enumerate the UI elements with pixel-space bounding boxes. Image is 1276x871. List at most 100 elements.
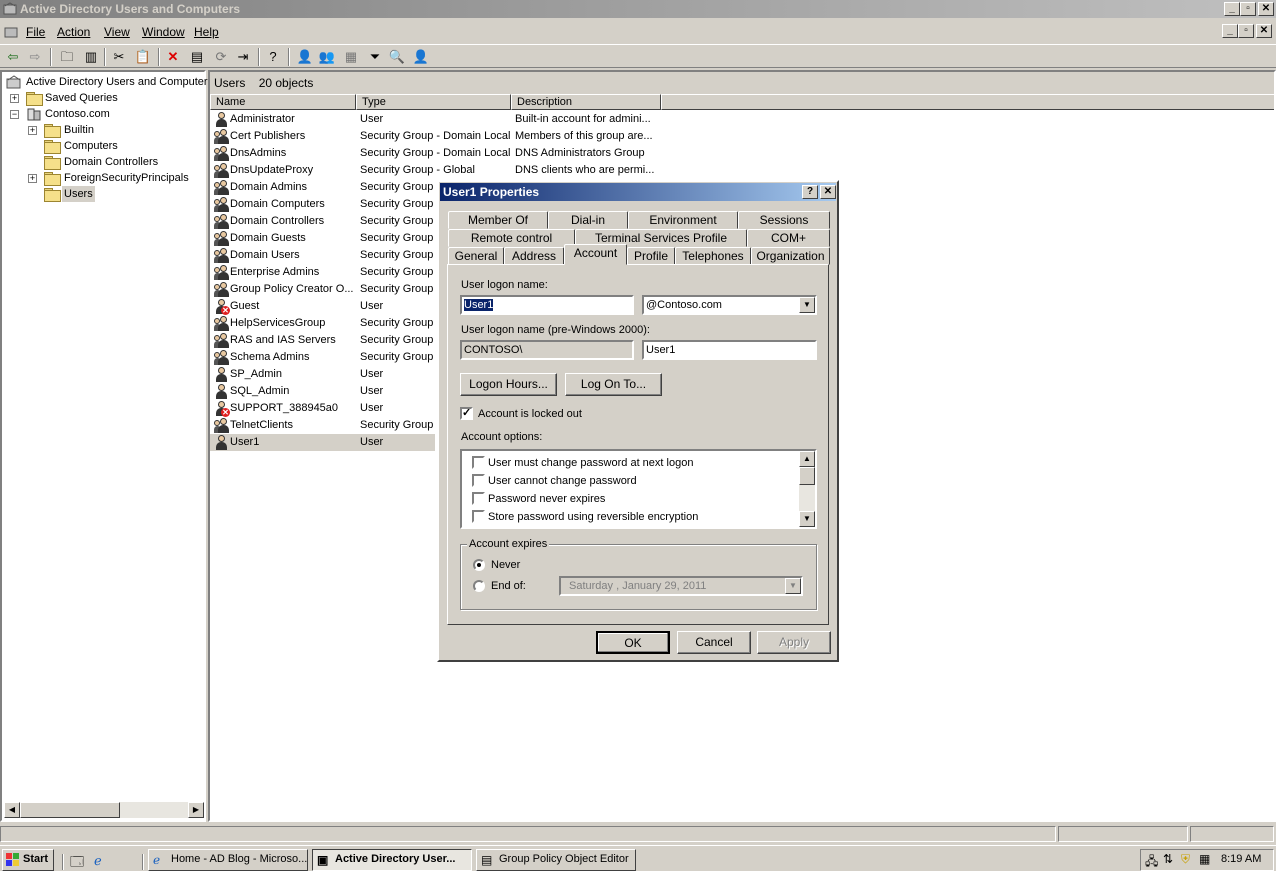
help-icon[interactable]: ?	[264, 48, 282, 66]
new-ou-icon[interactable]: ▦	[342, 48, 360, 66]
logon-name-field[interactable]: User1	[460, 295, 634, 315]
taskbar-item-gpo-editor[interactable]: ▤ Group Policy Object Editor	[476, 849, 636, 871]
list-item[interactable]: SP_Admin User	[210, 366, 435, 383]
taskbar-item-aduc[interactable]: ▣ Active Directory User...	[312, 849, 472, 871]
maximize-button[interactable]: ▫	[1240, 2, 1256, 16]
mdi-close-button[interactable]: ✕	[1256, 24, 1272, 38]
find-icon[interactable]: 🔍	[388, 48, 406, 66]
scroll-up-icon[interactable]: ▲	[799, 451, 815, 467]
scroll-left-icon[interactable]: ◀	[4, 802, 20, 818]
expand-icon[interactable]: +	[28, 174, 37, 183]
list-item[interactable]: ✕ Guest User	[210, 298, 435, 315]
tab-member-of[interactable]: Member Of	[448, 211, 548, 229]
account-option-item[interactable]: User must change password at next logon	[472, 455, 792, 471]
account-options-list[interactable]: User must change password at next logon U…	[460, 449, 817, 529]
minimize-button[interactable]: _	[1224, 2, 1240, 16]
account-option-item[interactable]: Store password using reversible encrypti…	[472, 509, 792, 525]
menu-window[interactable]: Window	[142, 25, 185, 39]
back-icon[interactable]: ⇦	[4, 48, 22, 66]
list-item[interactable]: ✕ SUPPORT_388945a0 User	[210, 400, 435, 417]
tab-general[interactable]: General	[448, 247, 504, 265]
list-item[interactable]: Domain Admins Security Group	[210, 179, 435, 196]
menu-view[interactable]: View	[104, 25, 130, 39]
refresh-icon[interactable]: ⟳	[212, 48, 230, 66]
display-icon[interactable]: ▦	[1199, 852, 1210, 866]
tree-item-saved-queries[interactable]: + Saved Queries	[10, 90, 200, 106]
tab-account[interactable]: Account	[564, 244, 627, 265]
list-item[interactable]: RAS and IAS Servers Security Group	[210, 332, 435, 349]
account-option-checkbox[interactable]	[472, 474, 485, 487]
scroll-thumb[interactable]	[799, 467, 815, 485]
account-option-checkbox[interactable]	[472, 510, 485, 523]
expires-end-of-radio[interactable]	[473, 580, 485, 592]
pre2000-logon-field[interactable]: User1	[642, 340, 817, 360]
paste-icon[interactable]: 📋	[134, 48, 152, 66]
list-item[interactable]: Enterprise Admins Security Group	[210, 264, 435, 281]
list-item[interactable]: HelpServicesGroup Security Group	[210, 315, 435, 332]
tree-horizontal-scrollbar[interactable]: ◀ ▶	[4, 802, 204, 818]
list-item[interactable]: Administrator User Built-in account for ad…	[210, 111, 651, 128]
tree-item-builtin[interactable]: + Builtin	[28, 122, 203, 138]
tab-environment[interactable]: Environment	[628, 211, 738, 229]
tree-item-foreign-security-principals[interactable]: + ForeignSecurityPrincipals	[28, 170, 203, 186]
new-user-icon[interactable]: 👤	[296, 48, 314, 66]
expires-never-radio[interactable]	[473, 559, 485, 571]
logon-hours-button[interactable]: Logon Hours...	[460, 373, 557, 396]
tab-address[interactable]: Address	[504, 247, 564, 265]
security-shield-icon[interactable]: ⛨	[1181, 852, 1190, 867]
list-item[interactable]: Domain Guests Security Group	[210, 230, 435, 247]
tab-com-plus[interactable]: COM+	[747, 229, 830, 247]
add-to-group-icon[interactable]: 👤	[412, 48, 430, 66]
list-item[interactable]: TelnetClients Security Group	[210, 417, 435, 434]
dialog-close-button[interactable]: ✕	[820, 185, 836, 199]
list-item[interactable]: User1 User	[210, 434, 435, 451]
show-hide-tree-icon[interactable]: ▥	[82, 48, 100, 66]
tab-telephones[interactable]: Telephones	[675, 247, 751, 265]
account-option-item[interactable]: User cannot change password	[472, 473, 792, 489]
filter-icon[interactable]: ⏷	[366, 48, 384, 66]
list-item[interactable]: Domain Computers Security Group	[210, 196, 435, 213]
scroll-right-icon[interactable]: ▶	[188, 802, 204, 818]
list-item[interactable]: DnsAdmins Security Group - Domain Local DN…	[210, 145, 645, 162]
forward-icon[interactable]: ⇨	[26, 48, 44, 66]
clock[interactable]: 8:19 AM	[1221, 853, 1261, 865]
taskbar-item-ie[interactable]: ℯ Home - AD Blog - Microso...	[148, 849, 308, 871]
properties-icon[interactable]: ▤	[188, 48, 206, 66]
tab-dial-in[interactable]: Dial-in	[548, 211, 628, 229]
user-properties-dialog[interactable]: User1 Properties ? ✕ Member Of Dial-in E…	[437, 180, 839, 662]
collapse-icon[interactable]: −	[10, 110, 19, 119]
list-item[interactable]: DnsUpdateProxy Security Group - Global DNS…	[210, 162, 654, 179]
cancel-button[interactable]: Cancel	[677, 631, 751, 654]
delete-icon[interactable]: ✕	[164, 48, 182, 66]
new-group-icon[interactable]: 👥	[318, 48, 336, 66]
dialog-title-bar[interactable]: User1 Properties ? ✕	[440, 183, 836, 201]
console-tree[interactable]: Active Directory Users and Computer + Sa…	[0, 70, 208, 822]
column-header-name[interactable]: Name	[210, 94, 356, 110]
start-button[interactable]: Start	[2, 849, 54, 871]
column-header-description[interactable]: Description	[511, 94, 661, 110]
tree-item-users[interactable]: Users	[28, 186, 203, 202]
internet-explorer-icon[interactable]: ℯ	[94, 853, 102, 869]
export-icon[interactable]: ⇥	[234, 48, 252, 66]
show-desktop-icon[interactable]: 🗔	[70, 853, 84, 871]
list-item[interactable]: SQL_Admin User	[210, 383, 435, 400]
tab-remote-control[interactable]: Remote control	[448, 229, 575, 247]
menu-help[interactable]: Help	[194, 25, 219, 39]
account-locked-out-checkbox[interactable]: ✓	[460, 407, 473, 420]
up-folder-icon[interactable]: 🗀	[58, 48, 76, 66]
expand-icon[interactable]: +	[28, 126, 37, 135]
close-button[interactable]: ✕	[1258, 2, 1274, 16]
connection-icon[interactable]: ⇅	[1163, 852, 1173, 866]
expand-icon[interactable]: +	[10, 94, 19, 103]
ok-button[interactable]: OK	[596, 631, 670, 654]
mdi-minimize-button[interactable]: _	[1222, 24, 1238, 38]
network-icon[interactable]: 🖧	[1145, 852, 1158, 871]
tab-profile[interactable]: Profile	[627, 247, 675, 265]
options-vertical-scrollbar[interactable]: ▲ ▼	[799, 451, 815, 527]
list-item[interactable]: Schema Admins Security Group	[210, 349, 435, 366]
mmc-icon[interactable]	[4, 25, 18, 42]
scroll-thumb[interactable]	[20, 802, 120, 818]
window-title-bar[interactable]: Active Directory Users and Computers _ ▫…	[0, 0, 1276, 18]
list-item[interactable]: Domain Controllers Security Group	[210, 213, 435, 230]
account-option-checkbox[interactable]	[472, 456, 485, 469]
